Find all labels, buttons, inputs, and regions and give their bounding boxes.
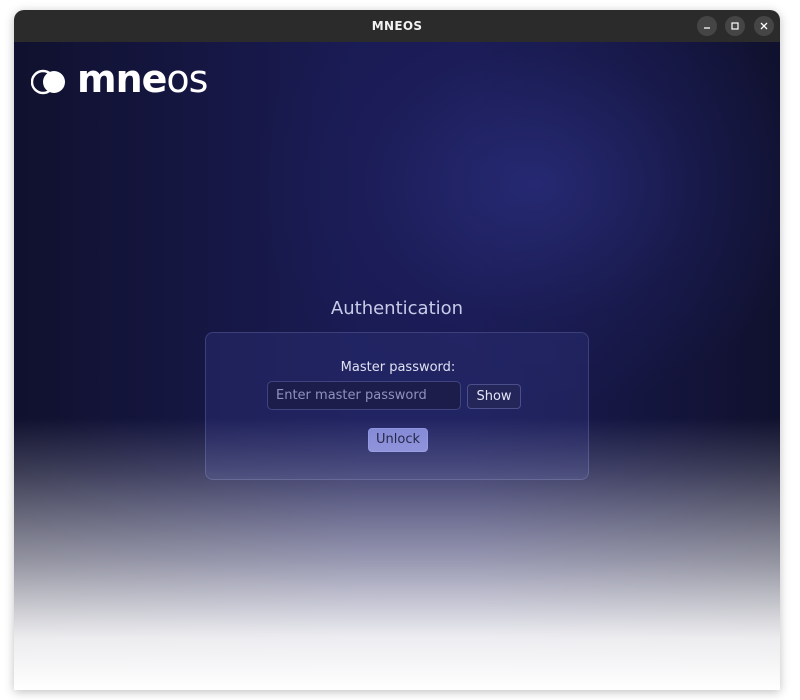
close-icon (760, 22, 768, 30)
maximize-button[interactable] (725, 16, 745, 36)
logo-wordmark: mneos (77, 57, 208, 101)
close-button[interactable] (754, 16, 774, 36)
password-label: Master password: (340, 360, 456, 375)
logo-wordmark-bold: mne (77, 57, 167, 101)
login-card: Master password: Show Unlock (205, 332, 589, 480)
unlock-button[interactable]: Unlock (368, 428, 428, 452)
minimize-button[interactable] (697, 16, 717, 36)
overlapping-circles-icon (31, 69, 65, 95)
maximize-icon (731, 22, 739, 30)
minimize-icon (704, 27, 710, 29)
show-password-button[interactable]: Show (467, 384, 521, 409)
logo-wordmark-light: os (166, 57, 208, 101)
main-content: mneos Authentication Master password: Sh… (14, 42, 780, 690)
title-bar[interactable]: MNEOS (14, 10, 780, 42)
master-password-input[interactable] (267, 381, 461, 410)
app-window: MNEOS mneos Authentication Master passwo… (14, 10, 780, 690)
auth-title: Authentication (330, 298, 464, 319)
window-title: MNEOS (371, 19, 423, 33)
